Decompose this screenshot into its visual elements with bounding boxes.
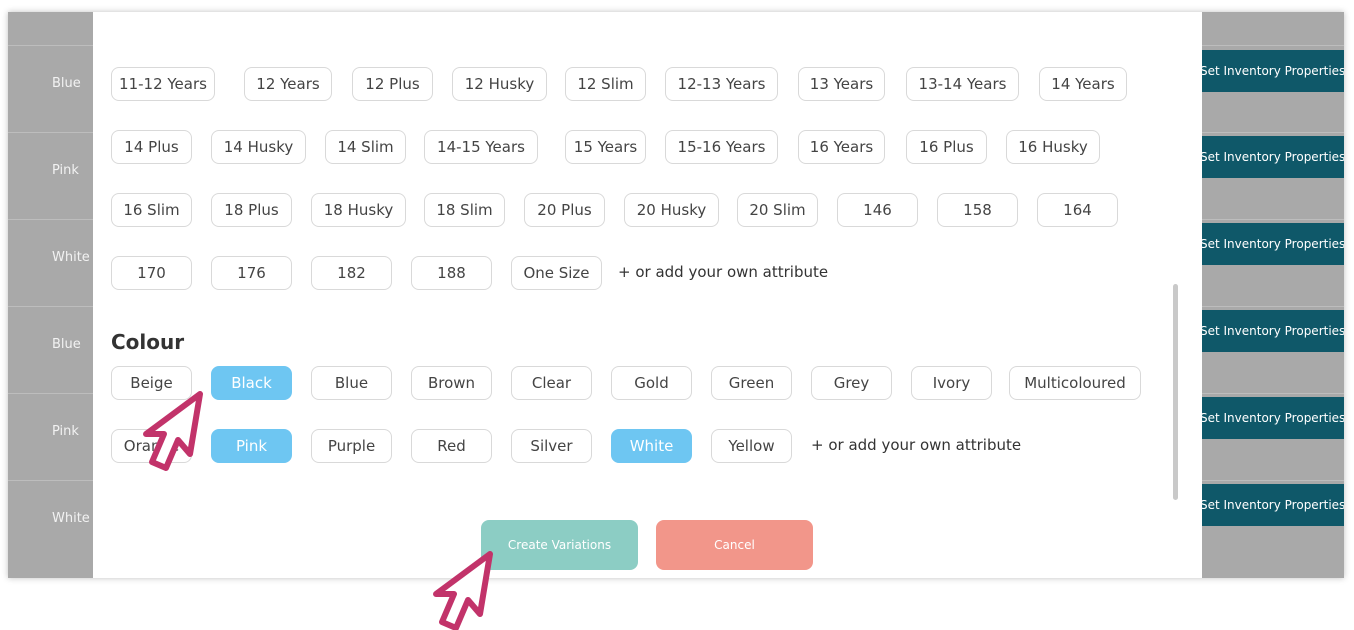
size-chip-12-plus[interactable]: 12 Plus	[352, 67, 433, 101]
size-chip-158[interactable]: 158	[937, 193, 1018, 227]
size-chip-18-plus[interactable]: 18 Plus	[211, 193, 292, 227]
colour-chip-red[interactable]: Red	[411, 429, 492, 463]
background-row-label: Pink	[52, 163, 79, 178]
colour-chip-clear[interactable]: Clear	[511, 366, 592, 400]
size-chip-14-slim[interactable]: 14 Slim	[325, 130, 406, 164]
colour-chip-grey[interactable]: Grey	[811, 366, 892, 400]
background-row-label: Blue	[52, 76, 81, 91]
colour-chip-blue[interactable]: Blue	[311, 366, 392, 400]
size-chip-12-husky[interactable]: 12 Husky	[452, 67, 547, 101]
colour-chip-green[interactable]: Green	[711, 366, 792, 400]
size-chip-182[interactable]: 182	[311, 256, 392, 290]
colour-section-title: Colour	[111, 330, 185, 354]
background-row-label: Blue	[52, 337, 81, 352]
size-chip-170[interactable]: 170	[111, 256, 192, 290]
size-chip-18-slim[interactable]: 18 Slim	[424, 193, 505, 227]
size-chip-18-husky[interactable]: 18 Husky	[311, 193, 406, 227]
size-chip-20-husky[interactable]: 20 Husky	[624, 193, 719, 227]
size-chip-12-years[interactable]: 12 Years	[244, 67, 332, 101]
colour-chip-yellow[interactable]: Yellow	[711, 429, 792, 463]
hand-pointer-icon	[143, 391, 203, 471]
variations-modal: 11-12 Years 12 Years 12 Plus 12 Husky 12 Sli…	[93, 12, 1202, 578]
size-chip-14-plus[interactable]: 14 Plus	[111, 130, 192, 164]
background-row-label: Pink	[52, 424, 79, 439]
colour-chip-silver[interactable]: Silver	[511, 429, 592, 463]
size-chip-164[interactable]: 164	[1037, 193, 1118, 227]
set-inventory-properties-button[interactable]: Set Inventory Properties	[1192, 136, 1344, 178]
size-chip-15-years[interactable]: 15 Years	[565, 130, 646, 164]
colour-chip-brown[interactable]: Brown	[411, 366, 492, 400]
set-inventory-properties-button[interactable]: Set Inventory Properties	[1192, 223, 1344, 265]
background-row-label: White	[52, 511, 90, 526]
background-row-label: White	[52, 250, 90, 265]
colour-chip-ivory[interactable]: Ivory	[911, 366, 992, 400]
modal-scrollbar[interactable]	[1173, 284, 1178, 500]
size-chip-13-years[interactable]: 13 Years	[798, 67, 885, 101]
size-chip-14-15-years[interactable]: 14-15 Years	[424, 130, 538, 164]
colour-chip-pink[interactable]: Pink	[211, 429, 292, 463]
size-chip-14-years[interactable]: 14 Years	[1039, 67, 1127, 101]
set-inventory-properties-button[interactable]: Set Inventory Properties	[1192, 310, 1344, 352]
size-chip-12-13-years[interactable]: 12-13 Years	[665, 67, 778, 101]
size-chip-14-husky[interactable]: 14 Husky	[211, 130, 306, 164]
colour-chip-multicoloured[interactable]: Multicoloured	[1009, 366, 1141, 400]
background-page: Blue Set Inventory Properties Pink Set Inve…	[8, 12, 1344, 578]
size-chip-16-slim[interactable]: 16 Slim	[111, 193, 192, 227]
add-own-colour-attribute-link[interactable]: + or add your own attribute	[811, 436, 1021, 454]
size-chip-188[interactable]: 188	[411, 256, 492, 290]
size-chip-13-14-years[interactable]: 13-14 Years	[906, 67, 1019, 101]
colour-chip-gold[interactable]: Gold	[611, 366, 692, 400]
colour-chip-white[interactable]: White	[611, 429, 692, 463]
colour-chip-black[interactable]: Black	[211, 366, 292, 400]
size-chip-12-slim[interactable]: 12 Slim	[565, 67, 646, 101]
size-chip-15-16-years[interactable]: 15-16 Years	[665, 130, 778, 164]
size-chip-16-years[interactable]: 16 Years	[798, 130, 885, 164]
size-chip-16-husky[interactable]: 16 Husky	[1006, 130, 1100, 164]
cancel-button[interactable]: Cancel	[656, 520, 813, 570]
colour-chip-purple[interactable]: Purple	[311, 429, 392, 463]
set-inventory-properties-button[interactable]: Set Inventory Properties	[1192, 397, 1344, 439]
set-inventory-properties-button[interactable]: Set Inventory Properties	[1192, 50, 1344, 92]
hand-pointer-icon	[433, 551, 493, 630]
size-chip-176[interactable]: 176	[211, 256, 292, 290]
size-chip-20-plus[interactable]: 20 Plus	[524, 193, 605, 227]
size-chip-146[interactable]: 146	[837, 193, 918, 227]
size-chip-11-12-years[interactable]: 11-12 Years	[111, 67, 215, 101]
add-own-size-attribute-link[interactable]: + or add your own attribute	[618, 263, 828, 281]
size-chip-16-plus[interactable]: 16 Plus	[906, 130, 987, 164]
size-chip-one-size[interactable]: One Size	[511, 256, 602, 290]
size-chip-20-slim[interactable]: 20 Slim	[737, 193, 818, 227]
set-inventory-properties-button[interactable]: Set Inventory Properties	[1192, 484, 1344, 526]
